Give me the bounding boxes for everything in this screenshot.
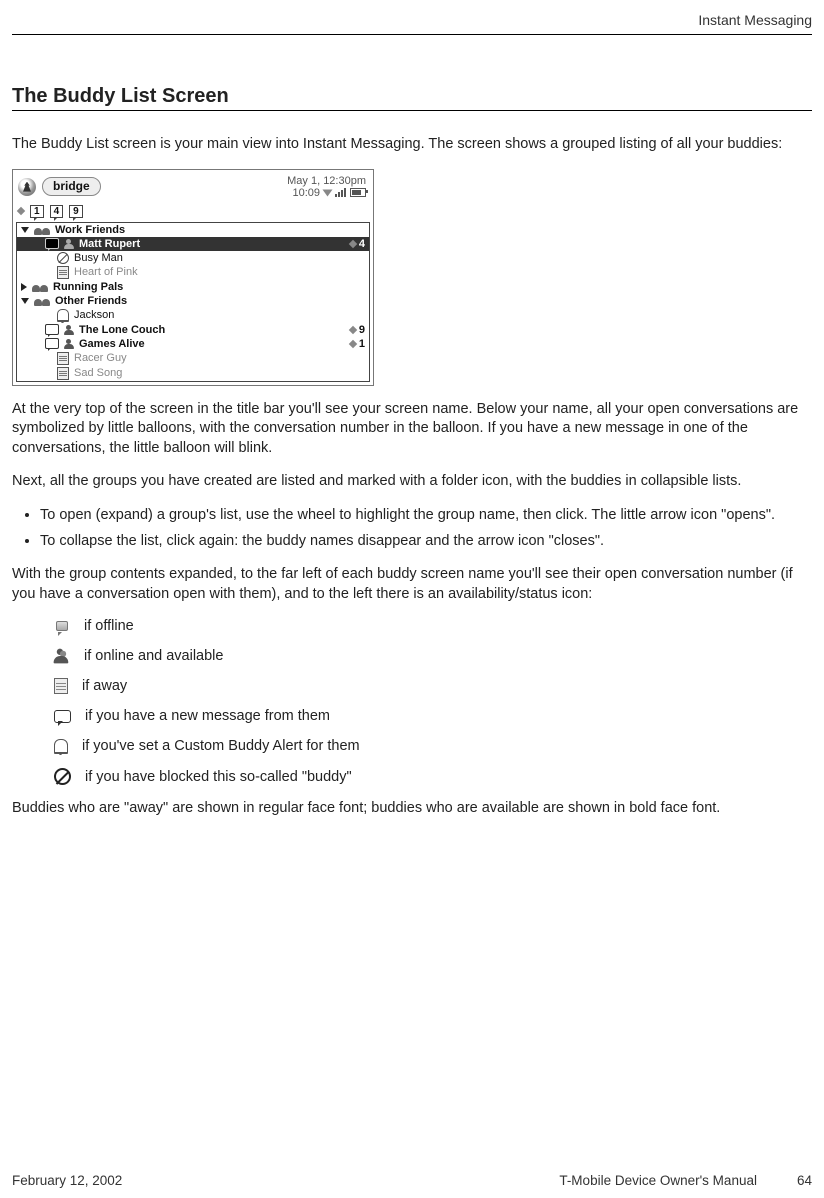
buddy-row: The Lone Couch 9 [17, 323, 369, 337]
buddy-name: Matt Rupert [79, 238, 140, 250]
aim-logo-icon [18, 178, 36, 196]
buddy-name: Heart of Pink [74, 266, 138, 278]
legend-label: if you've set a Custom Buddy Alert for t… [82, 738, 360, 754]
buddy-list-panel: Work Friends Matt Rupert 4 Busy Man Hear… [16, 222, 370, 382]
buddy-name: Games Alive [79, 338, 145, 350]
group-name: Running Pals [53, 281, 123, 293]
open-conversations-row: 1 4 9 [16, 203, 370, 222]
instruction-item: To collapse the list, click again: the b… [40, 532, 812, 552]
buddy-row: Sad Song [17, 366, 369, 381]
legend-label: if online and available [84, 648, 223, 664]
legend-row: if you have a new message from them [54, 708, 812, 724]
legend-row: if online and available [54, 648, 812, 664]
collapse-arrow-icon [21, 283, 27, 291]
buddy-name: Busy Man [74, 252, 123, 264]
group-header: Other Friends [17, 294, 369, 308]
intro-paragraph: The Buddy List screen is your main view … [12, 135, 812, 155]
header-rule [12, 34, 812, 35]
legend-label: if you have a new message from them [85, 708, 330, 724]
buddy-list-screenshot: bridge May 1, 12:30pm 10:09 1 4 9 [12, 169, 374, 386]
section-rule [12, 110, 812, 111]
online-icon [64, 325, 74, 335]
message-icon [45, 238, 59, 249]
buddy-count: 4 [359, 238, 365, 250]
diamond-icon [349, 340, 357, 348]
buddy-row: Racer Guy [17, 351, 369, 366]
expand-arrow-icon [21, 227, 29, 233]
offline-icon [57, 266, 69, 279]
group-icon [32, 282, 48, 292]
message-icon [45, 324, 59, 335]
diamond-icon [349, 240, 357, 248]
blocked-icon [57, 252, 69, 264]
legend-row: if away [54, 678, 812, 694]
buddy-count: 9 [359, 324, 365, 336]
buddy-row: Jackson [17, 308, 369, 323]
buddy-name: Racer Guy [74, 352, 127, 364]
status-datetime: May 1, 12:30pm [287, 175, 366, 187]
buddy-row: Busy Man [17, 251, 369, 265]
diamond-icon [17, 207, 25, 215]
buddy-row: Heart of Pink [17, 265, 369, 280]
signal-direction-icon [323, 189, 333, 196]
buddy-row: Games Alive 1 [17, 337, 369, 351]
footer-doc-title: T-Mobile Device Owner's Manual [559, 1173, 757, 1188]
body-paragraph: With the group contents expanded, to the… [12, 565, 812, 604]
legend-row: if offline [54, 618, 812, 634]
status-bar: May 1, 12:30pm 10:09 [287, 175, 366, 199]
conversation-balloon: 1 [30, 205, 44, 218]
group-header: Work Friends [17, 223, 369, 237]
page-footer: February 12, 2002 T-Mobile Device Owner'… [12, 1173, 812, 1188]
instruction-list: To open (expand) a group's list, use the… [12, 506, 812, 551]
expand-arrow-icon [21, 298, 29, 304]
legend-row: if you have blocked this so-called "budd… [54, 768, 812, 785]
body-paragraph: At the very top of the screen in the tit… [12, 400, 812, 459]
message-icon [45, 338, 59, 349]
body-paragraph: Buddies who are "away" are shown in regu… [12, 799, 812, 819]
offline-icon [54, 619, 70, 633]
legend-label: if you have blocked this so-called "budd… [85, 769, 352, 785]
signal-bars-icon [335, 188, 346, 197]
instruction-item: To open (expand) a group's list, use the… [40, 506, 812, 526]
buddy-count: 1 [359, 338, 365, 350]
status-icon-legend: if offline if online and available if aw… [54, 618, 812, 785]
blocked-icon [54, 768, 71, 785]
legend-label: if offline [84, 618, 134, 634]
online-icon [64, 339, 74, 349]
offline-icon [57, 367, 69, 380]
footer-date: February 12, 2002 [12, 1173, 122, 1188]
online-icon [64, 239, 74, 249]
group-icon [34, 296, 50, 306]
conversation-balloon: 9 [69, 205, 83, 218]
alert-icon [54, 739, 68, 754]
legend-label: if away [82, 678, 127, 694]
legend-row: if you've set a Custom Buddy Alert for t… [54, 738, 812, 754]
group-name: Work Friends [55, 224, 125, 236]
online-icon [54, 649, 71, 664]
buddy-row-selected: Matt Rupert 4 [17, 237, 369, 251]
alert-icon [57, 309, 69, 322]
group-header: Running Pals [17, 280, 369, 294]
body-paragraph: Next, all the groups you have created ar… [12, 472, 812, 492]
group-name: Other Friends [55, 295, 127, 307]
offline-icon [57, 352, 69, 365]
footer-page-number: 64 [797, 1173, 812, 1188]
new-message-icon [54, 710, 71, 723]
buddy-name: Jackson [74, 309, 114, 321]
buddy-name: The Lone Couch [79, 324, 165, 336]
buddy-name: Sad Song [74, 367, 122, 379]
diamond-icon [349, 326, 357, 334]
chapter-label: Instant Messaging [12, 12, 812, 28]
battery-icon [350, 188, 366, 197]
section-title: The Buddy List Screen [12, 85, 812, 108]
away-icon [54, 678, 68, 694]
screen-name-pill: bridge [42, 177, 101, 196]
group-icon [34, 225, 50, 235]
status-clock: 10:09 [292, 187, 320, 199]
conversation-balloon: 4 [50, 205, 64, 218]
